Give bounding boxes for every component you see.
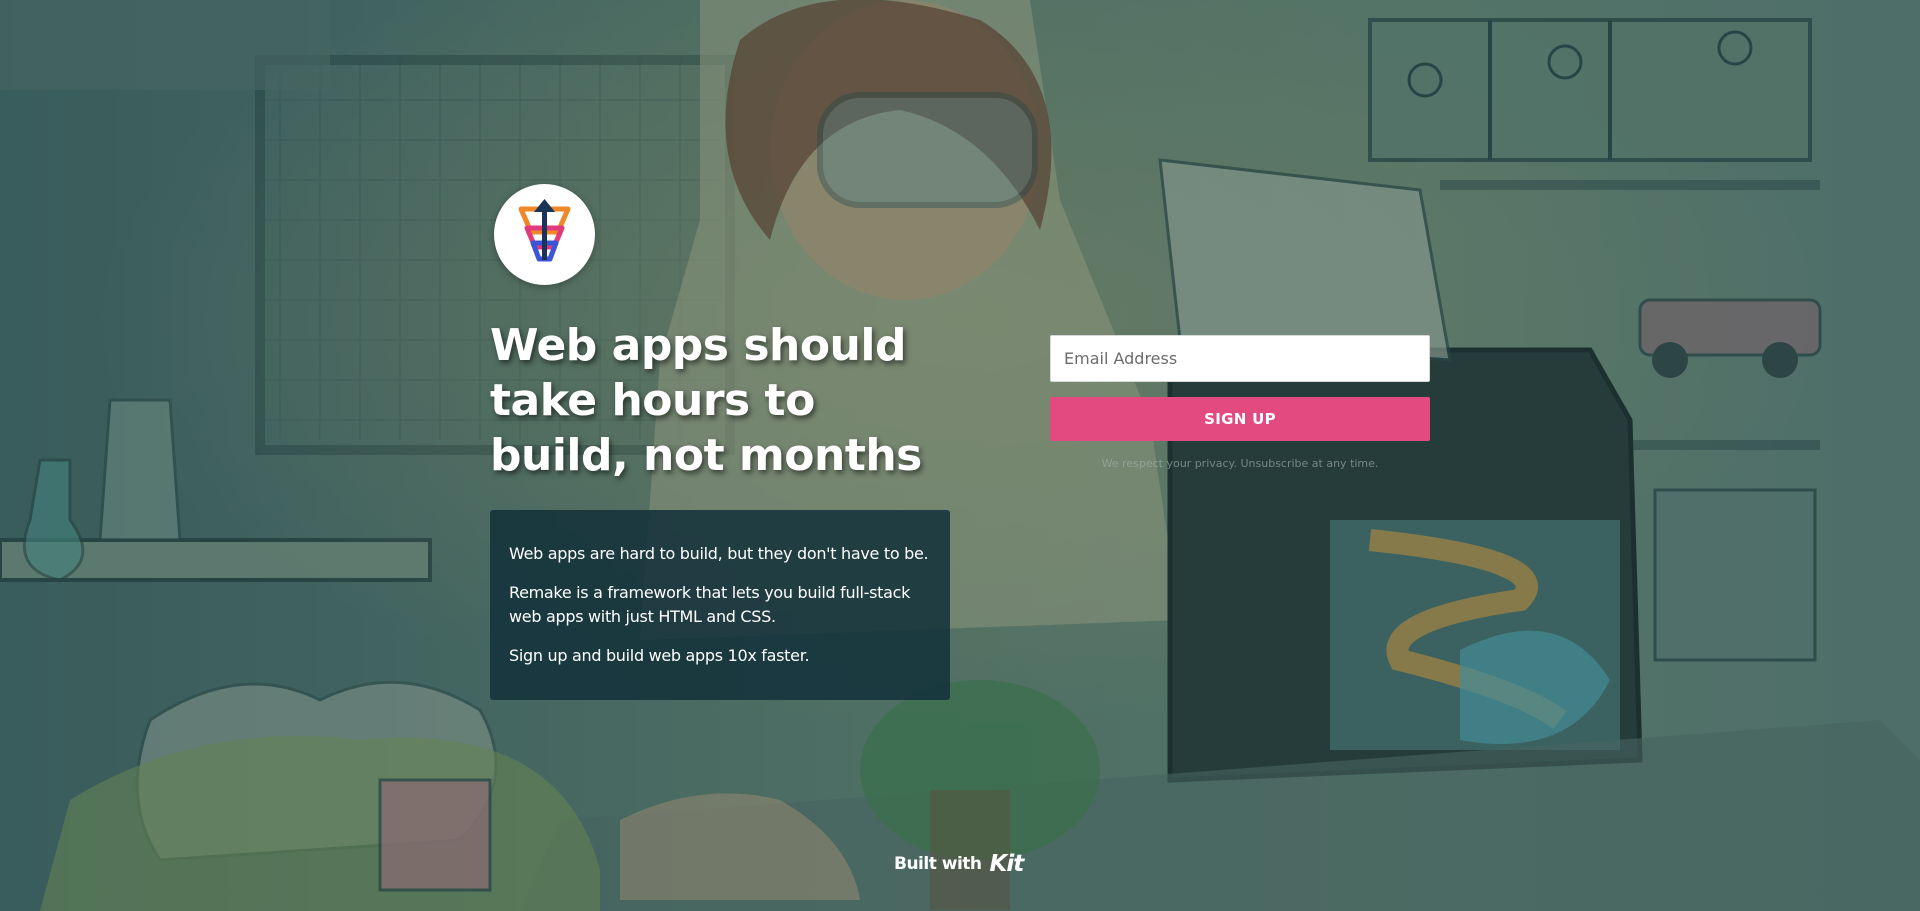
background-overlay <box>0 0 1920 911</box>
page-title: Web apps should take hours to build, not… <box>490 320 922 481</box>
remake-logo-icon <box>518 199 571 262</box>
signup-button[interactable]: SIGN UP <box>1050 397 1430 441</box>
kit-logo: Kit <box>989 851 1025 877</box>
built-with-label: Built with <box>894 854 982 874</box>
privacy-notice: We respect your privacy. Unsubscribe at … <box>1101 457 1379 470</box>
built-with-kit-link[interactable]: Built with Kit <box>894 851 1025 877</box>
remake-logo <box>494 184 595 285</box>
email-field[interactable] <box>1050 335 1430 382</box>
landing-page: Web apps should take hours to build, not… <box>0 0 1920 911</box>
description-panel: Web apps are hard to build, but they don… <box>490 510 950 700</box>
description-line: Web apps are hard to build, but they don… <box>509 544 929 563</box>
description-line: Sign up and build web apps 10x faster. <box>509 646 810 665</box>
description-line: Remake is a framework that lets you buil… <box>509 583 911 626</box>
